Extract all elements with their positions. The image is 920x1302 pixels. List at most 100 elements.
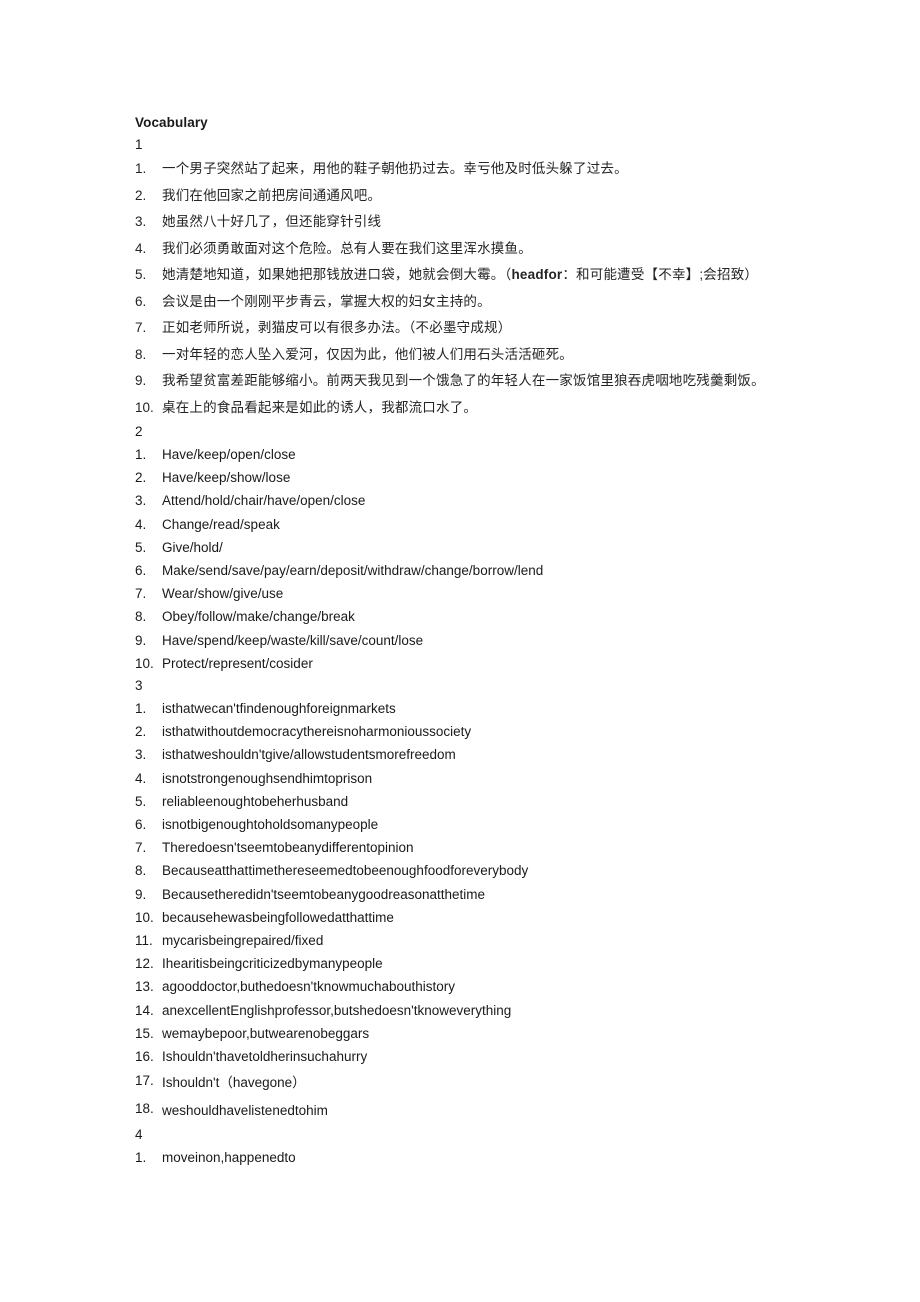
list-item: 16. Ishouldn'thavetoldherinsuchahurry [135,1045,795,1068]
answer-list-section-4: 1. moveinon,happenedto [135,1146,795,1169]
list-item-number: 7. [135,586,147,602]
list-item-text: Give/hold/ [162,539,223,555]
list-item-number: 10. [135,909,154,925]
list-item: 5. Give/hold/ [135,536,795,559]
list-item-number: 7. [135,840,147,856]
list-item-number: 12. [135,956,154,972]
list-item-text: Theredoesn'tseemtobeanydifferentopinion [162,840,414,856]
list-item: 3. isthatweshouldn'tgive/allowstudentsmor… [135,743,795,766]
list-item-number: 4. [135,516,147,532]
list-item-text: weshouldhavelistenedtohim [162,1103,328,1119]
list-item-text: Protect/represent/cosider [162,655,313,671]
list-item-text: wemaybepoor,butwearenobeggars [162,1025,370,1041]
list-item-number: 1. [135,701,147,717]
list-item-number: 13. [135,979,154,995]
list-item-text: Have/keep/show/lose [162,470,291,486]
list-item-text: Ishouldn't（havegone） [162,1075,306,1091]
list-item: 1. Have/keep/open/close [135,443,795,466]
list-item-text: agooddoctor,buthedoesn'tknowmuchabouthis… [162,979,456,995]
list-item-text: Ihearitisbeingcriticizedbymanypeople [162,956,383,972]
list-item-number: 3. [135,493,147,509]
page-title: Vocabulary [135,115,208,130]
vocab-term-headfor: headfor [511,267,563,282]
list-item: 1. 一个男子突然站了起来，用他的鞋子朝他扔过去。幸亏他及时低头躲了过去。 [135,156,795,183]
list-item-text: isthatwithoutdemocracythereisnoharmoniou… [162,724,472,740]
list-item-text: reliableenoughtobeherhusband [162,793,349,809]
list-item: 7. Theredoesn'tseemtobeanydifferentopinio… [135,836,795,859]
list-item-number: 18. [135,1101,154,1117]
list-item-text: mycarisbeingrepaired/fixed [162,933,324,949]
list-item: 6. Make/send/save/pay/earn/deposit/withdr… [135,559,795,582]
list-item-number: 2. [135,187,147,203]
list-item-text: anexcellentEnglishprofessor,butshedoesn'… [162,1002,512,1018]
list-item: 7. 正如老师所说，剥猫皮可以有很多办法。（不必墨守成规） [135,315,795,342]
list-item: 4. 我们必须勇敢面对这个危险。总有人要在我们这里浑水摸鱼。 [135,236,795,263]
document-page: Vocabulary 1 1. 一个男子突然站了起来，用他的鞋子朝他扔过去。幸亏他… [0,0,920,1302]
list-item-text: Have/spend/keep/waste/kill/save/count/lo… [162,632,424,648]
list-item-number: 3. [135,214,147,229]
list-item-text: Ishouldn'thavetoldherinsuchahurry [162,1049,368,1065]
list-item-text: 她虽然八十好几了，但还能穿针引线 [162,214,382,229]
list-item-number: 5. [135,539,147,555]
list-item-text: Have/keep/open/close [162,447,296,462]
list-item: 10. becausehewasbeingfollowedatthattime [135,906,795,929]
list-item: 1. isthatwecan'tfindenoughforeignmarkets [135,697,795,720]
list-item-number: 5. [135,793,147,809]
list-item-number: 7. [135,320,147,335]
list-item-number: 3. [135,747,147,763]
list-item: 8. Becauseatthattimethereseemedtobeenough… [135,859,795,882]
section-marker-3: 3 [135,678,143,694]
list-item: 2. isthatwithoutdemocracythereisnoharmoni… [135,720,795,743]
list-item: 10. 桌在上的食品看起来是如此的诱人，我都流口水了。 [135,395,795,422]
list-item-text: 桌在上的食品看起来是如此的诱人，我都流口水了。 [162,399,478,415]
list-item-number: 4. [135,240,147,256]
list-item-text: Change/read/speak [162,516,280,532]
list-item-number: 6. [135,563,147,579]
list-item-text: Make/send/save/pay/earn/deposit/withdraw… [162,563,544,579]
list-item-number: 17. [135,1073,154,1089]
list-item-number: 14. [135,1002,154,1018]
list-item-number: 1. [135,447,147,462]
list-item-number: 2. [135,470,147,486]
list-item: 1. moveinon,happenedto [135,1146,795,1169]
list-item-text: isnotstrongenoughsendhimtoprison [162,770,373,786]
list-item-number: 1. [135,161,147,176]
list-item: 8. Obey/follow/make/change/break [135,605,795,628]
section-marker-4: 4 [135,1127,143,1143]
list-item: 4. Change/read/speak [135,513,795,536]
list-item: 7. Wear/show/give/use [135,582,795,605]
answer-list-section-3: 1. isthatwecan'tfindenoughforeignmarkets … [135,697,795,1124]
list-item-number: 2. [135,724,147,740]
answer-list-section-2: 1. Have/keep/open/close 2. Have/keep/show/… [135,443,795,675]
list-item: 5. 她清楚地知道，如果她把那钱放进口袋，她就会倒大霉。（headfor：和可能遭… [135,262,795,289]
list-item: 18. weshouldhavelistenedtohim [135,1096,795,1124]
answer-list-section-1: 1. 一个男子突然站了起来，用他的鞋子朝他扔过去。幸亏他及时低头躲了过去。 2. 我… [135,156,795,421]
list-item-text: 我希望贫富差距能够缩小。前两天我见到一个饿急了的年轻人在一家饭馆里狼吞虎咽地吃残… [162,373,765,388]
list-item-text: Wear/show/give/use [162,586,284,602]
list-item: 3. Attend/hold/chair/have/open/close [135,489,795,512]
list-item-number: 8. [135,346,147,362]
list-item: 9. Have/spend/keep/waste/kill/save/count/… [135,629,795,652]
list-item-number: 10. [135,655,154,671]
list-item-text: 正如老师所说，剥猫皮可以有很多办法。（不必墨守成规） [162,320,512,335]
list-item-text: 会议是由一个刚刚平步青云，掌握大权的妇女主持的。 [162,293,491,309]
list-item-text: Attend/hold/chair/have/open/close [162,493,366,509]
list-item-text: 一对年轻的恋人坠入爱河，仅因为此，他们被人们用石头活活砸死。 [162,346,573,362]
list-item: 10. Protect/represent/cosider [135,652,795,675]
section-marker-2: 2 [135,424,143,439]
list-item-text: 我们必须勇敢面对这个危险。总有人要在我们这里浑水摸鱼。 [162,240,532,256]
list-item: 8. 一对年轻的恋人坠入爱河，仅因为此，他们被人们用石头活活砸死。 [135,342,795,369]
list-item-text: Obey/follow/make/change/break [162,609,355,625]
list-item-text: moveinon,happenedto [162,1150,296,1166]
list-item: 12. Ihearitisbeingcriticizedbymanypeople [135,952,795,975]
list-item-number: 16. [135,1049,154,1065]
list-item-text: 我们在他回家之前把房间通通风吧。 [162,187,382,203]
list-item-text: 她清楚地知道，如果她把那钱放进口袋，她就会倒大霉。（headfor：和可能遭受【… [162,262,795,289]
list-item-number: 8. [135,863,147,879]
section-marker-1: 1 [135,137,143,152]
list-item-number: 9. [135,632,147,648]
list-item: 4. isnotstrongenoughsendhimtoprison [135,767,795,790]
list-item-number: 11. [135,933,153,949]
list-item: 9. Becausetheredidn'tseemtobeanygoodreaso… [135,883,795,906]
list-item-number: 6. [135,817,147,833]
